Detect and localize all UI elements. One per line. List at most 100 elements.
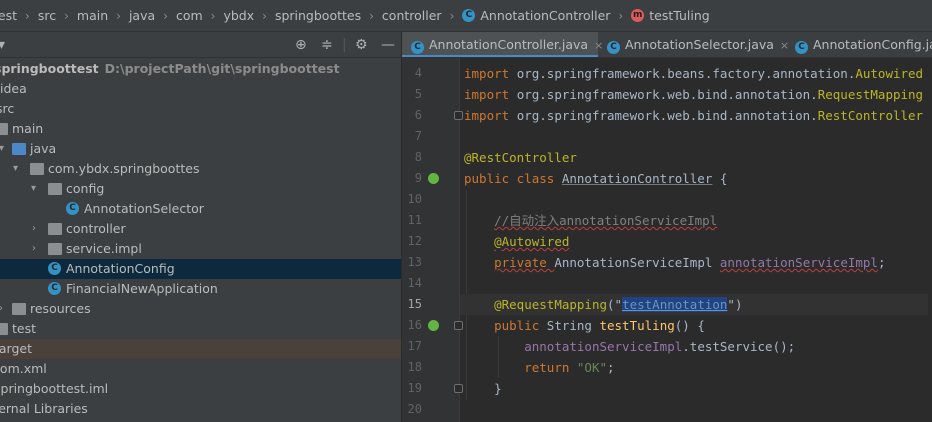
chevron-down-icon[interactable]: ▾ [0, 36, 5, 54]
keyword: private [494, 255, 555, 270]
tab-annotation-controller[interactable]: C AnnotationController.java × [402, 32, 603, 57]
field-name: annotationServiceImpl [524, 339, 683, 354]
chevron-right-icon: › [116, 8, 121, 23]
tree-item-main[interactable]: main [0, 119, 401, 139]
line-number: 7 [414, 129, 422, 143]
project-tool-window: ▾ ⊕ ≑ | ⚙ — springboottest D:\projectPath… [0, 32, 401, 422]
folder-icon [0, 323, 8, 335]
chevron-right-icon: › [163, 8, 168, 23]
chevron-right-icon: › [25, 8, 30, 23]
fold-icon[interactable] [454, 321, 463, 330]
code-text: org.springframework.web.bind.annotation. [516, 87, 818, 102]
tree-item-springboottest[interactable]: springboottest D:\projectPath\git\springb… [0, 59, 401, 79]
crosshair-icon[interactable]: ⊕ [295, 36, 307, 54]
breadcrumb-annotation-controller[interactable]: C AnnotationController [462, 8, 610, 23]
tree-item-financial-new-application[interactable]: C FinancialNewApplication [0, 279, 401, 299]
breadcrumb-controller[interactable]: controller [382, 8, 442, 23]
breadcrumb-label: src [37, 8, 57, 23]
breadcrumb-main[interactable]: main [77, 8, 108, 23]
tab-annotation-config[interactable]: C AnnotationConfig.java [786, 32, 932, 57]
chevron-right-icon[interactable]: › [0, 299, 3, 319]
breadcrumb-com[interactable]: com [176, 8, 203, 23]
code-editor[interactable]: 4 5 6 7 8 9 10 11 12 13 14 15 16 17 18 1… [402, 58, 932, 422]
chevron-down-icon[interactable]: ▾ [0, 139, 4, 159]
tree-item-label: target [0, 341, 33, 356]
annotation: @RestController [464, 150, 577, 165]
line-number: 13 [407, 255, 422, 269]
tab-label: AnnotationConfig.java [813, 37, 932, 52]
tree-item-resources[interactable]: › resources [0, 299, 401, 319]
class-icon: C [795, 41, 808, 54]
tree-item-pom[interactable]: pom.xml [0, 359, 401, 379]
project-toolbar: ▾ ⊕ ≑ | ⚙ — [0, 32, 401, 58]
keyword: import [464, 108, 517, 123]
code-line-11: //自动注入annotationServiceImpl [464, 210, 717, 231]
tree-item-package-root[interactable]: ▾ com.ybdx.springboottes [0, 159, 401, 179]
tree-item-controller[interactable]: › controller [0, 219, 401, 239]
breadcrumb-label: test [0, 8, 18, 23]
tree-item-text: springboottest [0, 61, 99, 76]
tree-item-src[interactable]: src [0, 99, 401, 119]
breadcrumb-springboottes[interactable]: springboottes [275, 8, 361, 23]
collapse-icon[interactable]: ≑ [321, 36, 333, 54]
gear-icon[interactable]: ⚙ [355, 36, 368, 54]
tree-item-label: controller [66, 221, 126, 236]
code-line-15: @RequestMapping("testAnnotation") [460, 294, 928, 315]
line-number: 4 [414, 66, 422, 80]
tree-item-service-impl[interactable]: › service.impl [0, 239, 401, 259]
breadcrumb-label: java [128, 8, 156, 23]
bean-gutter-icon[interactable] [428, 320, 439, 331]
breadcrumb-test-tuling[interactable]: m testTuling [631, 8, 710, 23]
tree-item-annotation-config[interactable]: C AnnotationConfig [0, 259, 401, 279]
navigation-breadcrumb: test › src › main › java › com › ybdx › … [0, 0, 932, 32]
breadcrumb-label: controller [381, 8, 442, 23]
chevron-down-icon[interactable]: ▾ [13, 159, 18, 179]
tree-item-test[interactable]: test [0, 319, 401, 339]
tab-annotation-selector[interactable]: C AnnotationSelector.java × [598, 32, 789, 57]
chevron-right-icon[interactable]: › [32, 239, 36, 259]
chevron-right-icon[interactable]: › [32, 219, 36, 239]
code-text: org.springframework.beans.factory.annota… [516, 66, 856, 81]
tree-item-target[interactable]: target [0, 339, 401, 359]
breadcrumb-label: springboottes [274, 8, 362, 23]
line-number: 12 [407, 234, 422, 248]
breadcrumb-java[interactable]: java [129, 8, 155, 23]
line-number: 16 [407, 318, 422, 332]
code-text: (" [607, 297, 623, 312]
comment: //自动注入annotationServiceImpl [494, 213, 718, 228]
class-icon: C [48, 282, 61, 295]
code-line-19: } [464, 378, 502, 399]
code-text: org.springframework.web.bind.annotation. [516, 108, 818, 123]
bean-gutter-icon[interactable] [428, 173, 439, 184]
tree-item-java[interactable]: ▾ java [0, 139, 401, 159]
tree-item-external-libraries[interactable]: External Libraries [0, 399, 401, 419]
breadcrumb-project[interactable]: test [0, 8, 17, 23]
code-line-9: public class AnnotationController { [464, 168, 727, 189]
editor-gutter: 4 5 6 7 8 9 10 11 12 13 14 15 16 17 18 1… [402, 58, 463, 422]
tree-item-label: .idea [0, 81, 27, 96]
source-folder-icon [12, 143, 26, 155]
minimize-icon[interactable]: — [381, 36, 395, 54]
breadcrumb-label: com [175, 8, 203, 23]
selected-text[interactable]: testAnnotation [622, 297, 728, 312]
method-name: testTuling [599, 318, 675, 333]
breadcrumb-src[interactable]: src [38, 8, 56, 23]
tree-item-label: pom.xml [0, 361, 47, 376]
line-number: 14 [407, 276, 422, 290]
tree-item-label: FinancialNewApplication [66, 281, 218, 296]
chevron-down-icon[interactable]: ▾ [31, 179, 36, 199]
breadcrumb-ybdx[interactable]: ybdx [223, 8, 254, 23]
tree-item-label: External Libraries [0, 401, 88, 416]
editor-tabs: C AnnotationController.java × C AnnotationS… [402, 32, 932, 58]
tree-item-label: AnnotationConfig [66, 261, 175, 276]
tree-item-config[interactable]: ▾ config [0, 179, 401, 199]
tree-item-iml[interactable]: springboottest.iml [0, 379, 401, 399]
code-text: ; [877, 255, 886, 270]
code-line-5: import org.springframework.web.bind.anno… [464, 84, 923, 105]
fold-icon[interactable] [454, 384, 463, 393]
tree-item-idea[interactable]: .idea [0, 79, 401, 99]
annotation: @Autowired [494, 234, 570, 249]
keyword: public [494, 318, 547, 333]
fold-icon[interactable] [454, 111, 463, 120]
tree-item-annotation-selector[interactable]: C AnnotationSelector [0, 199, 401, 219]
